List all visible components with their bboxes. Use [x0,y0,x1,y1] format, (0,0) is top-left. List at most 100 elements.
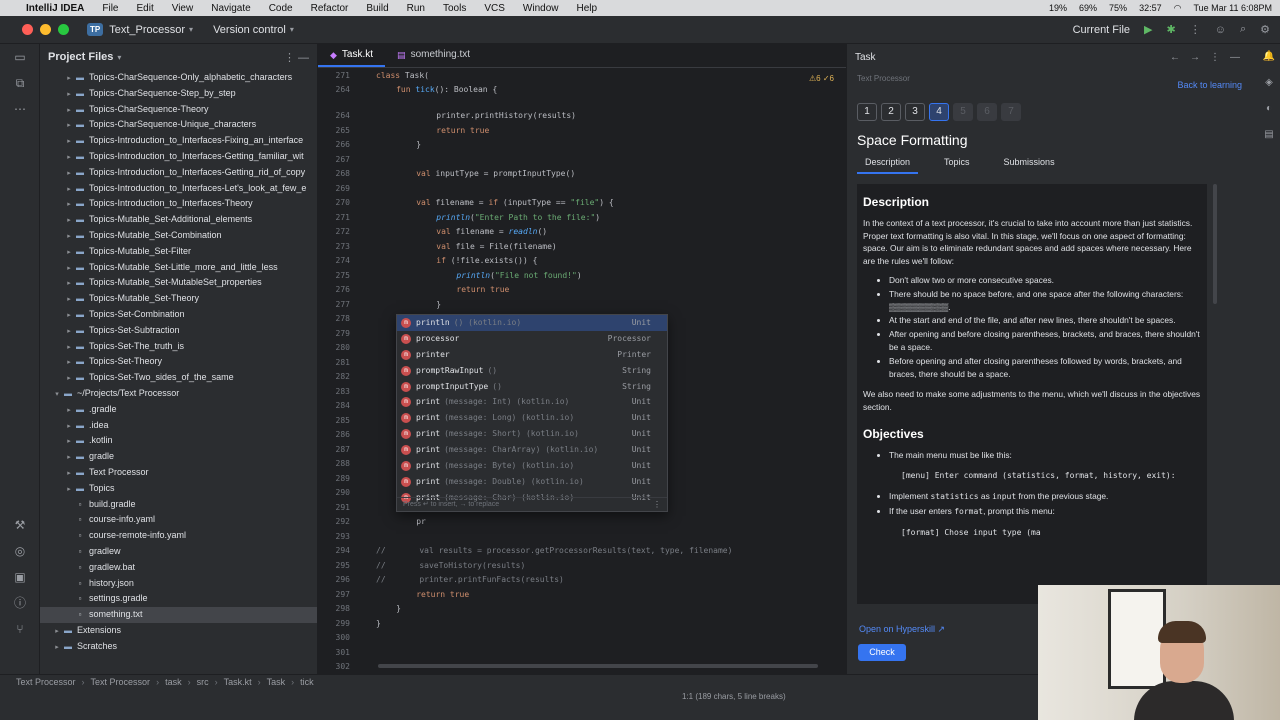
completion-item[interactable]: m print (message: Long) (kotlin.io) Unit [397,410,667,426]
code-line[interactable]: 264 printer.printHistory(results) [318,110,846,122]
more-tools-icon[interactable]: ⋯ [0,96,40,122]
folder-row[interactable]: ▸ ▬ .gradle [40,402,317,418]
editor-tab[interactable]: ◆ Task.kt [318,43,386,67]
code-line[interactable]: 273 val file = File(filename) [318,241,846,253]
code-line[interactable]: 298} [318,603,846,615]
completion-item[interactable]: m processor Processor [397,331,667,347]
folder-row[interactable]: ▸ ▬ Text Processor [40,465,317,481]
folder-row[interactable]: ▸ ▬ Topics-Introduction_to_Interfaces-Gett… [40,149,317,165]
step-3-button[interactable]: 3 [905,103,925,121]
code-line[interactable]: 266} [318,139,846,151]
folder-row[interactable]: ▸ ▬ Scratches [40,639,317,655]
folder-row[interactable]: ▸ ▬ Topics-Mutable_Set-MutableSet_properti… [40,275,317,291]
code-line[interactable]: 270 val filename = if (inputType == "file… [318,197,846,209]
minimize-window-button[interactable] [40,24,51,35]
code-line[interactable]: 271 println("Enter Path to the file:") [318,212,846,224]
file-row[interactable]: ▫ gradlew.bat [40,560,317,576]
folder-row[interactable]: ▸ ▬ .kotlin [40,433,317,449]
completion-item[interactable]: m print (message: Int) (kotlin.io) Unit [397,394,667,410]
panel-options-icon[interactable]: ⋮ — [284,51,309,64]
breadcrumb-item[interactable]: task [165,677,182,687]
search-icon[interactable]: ⌕ [1240,23,1246,36]
notifications-icon[interactable]: 🔔 [1258,44,1280,70]
caret-info[interactable]: 1:1 (189 chars, 5 line breaks) [682,692,786,701]
zoom-window-button[interactable] [58,24,69,35]
git-tool-icon[interactable]: ⑂ [0,616,40,642]
account-icon[interactable]: ☺ [1215,24,1226,36]
task-nav-icons[interactable]: ←→⋮— [1170,52,1250,63]
completion-item[interactable]: m println() (kotlin.io) Unit [397,315,667,331]
menu-tools[interactable]: Tools [443,3,466,14]
code-line[interactable]: 296 // printer.printFunFacts(results) [318,574,846,586]
menu-code[interactable]: Code [269,3,293,14]
completion-item[interactable]: m promptRawInput() String [397,363,667,379]
menu-file[interactable]: File [102,3,118,14]
expand-toggle-icon[interactable]: ▸ [64,371,74,386]
expand-toggle-icon[interactable]: ▸ [64,340,74,355]
project-switcher[interactable]: Text_Processor [109,24,185,36]
expand-toggle-icon[interactable]: ▸ [52,640,62,655]
completion-item[interactable]: m print (message: Short) (kotlin.io) Unit [397,426,667,442]
expand-toggle-icon[interactable]: ▸ [64,182,74,197]
tab-topics[interactable]: Topics [936,152,978,174]
completion-item[interactable]: m promptInputType() String [397,379,667,395]
code-line[interactable]: 277} [318,299,846,311]
expand-toggle-icon[interactable]: ▸ [64,150,74,165]
file-row[interactable]: ▫ course-remote-info.yaml [40,528,317,544]
menu-help[interactable]: Help [577,3,598,14]
menu-edit[interactable]: Edit [136,3,153,14]
code-line[interactable]: 293 [318,531,846,543]
expand-toggle-icon[interactable]: ▸ [64,434,74,449]
folder-row[interactable]: ▸ ▬ Topics-CharSequence-Theory [40,102,317,118]
vcs-menu[interactable]: Version control [213,24,286,36]
expand-toggle-icon[interactable]: ▸ [64,482,74,497]
folder-row[interactable]: ▸ ▬ Topics-Introduction_to_Interfaces-Gett… [40,165,317,181]
expand-toggle-icon[interactable]: ▸ [64,324,74,339]
folder-row[interactable]: ▸ ▬ Topics-Set-Combination [40,307,317,323]
step-2-button[interactable]: 2 [881,103,901,121]
folder-row[interactable]: ▸ ▬ Topics-Set-Theory [40,354,317,370]
folder-row[interactable]: ▸ ▬ Topics-CharSequence-Unique_characters [40,117,317,133]
debug-icon[interactable]: ✱ [1167,23,1176,36]
code-line[interactable]: 292 pr [318,516,846,528]
editor-tab[interactable]: ▤ something.txt [385,43,482,67]
file-row[interactable]: ▫ settings.gradle [40,591,317,607]
project-tool-icon[interactable]: ▭ [0,44,40,70]
completion-item[interactable]: m printer Printer [397,347,667,363]
folder-row[interactable]: ▸ ▬ Topics-Set-Subtraction [40,323,317,339]
more-icon[interactable]: ⋮ [653,500,661,509]
folder-row[interactable]: ▸ ▬ Topics-Introduction_to_Interfaces-Theo… [40,196,317,212]
file-row[interactable]: ▫ gradlew [40,544,317,560]
expand-toggle-icon[interactable]: ▸ [64,229,74,244]
code-line[interactable]: 272 val filename = readln() [318,226,846,238]
expand-toggle-icon[interactable]: ▸ [64,403,74,418]
folder-row[interactable]: ▸ ▬ Extensions [40,623,317,639]
folder-row[interactable]: ▸ ▬ Topics [40,481,317,497]
breadcrumb-item[interactable]: src [197,677,209,687]
back-to-learning-link[interactable]: Back to learning [1177,80,1242,90]
expand-toggle-icon[interactable]: ▸ [64,118,74,133]
breadcrumb-item[interactable]: Text Processor [16,677,76,687]
file-row[interactable]: ▫ history.json [40,576,317,592]
folder-row[interactable]: ▸ ▬ Topics-CharSequence-Step_by_step [40,86,317,102]
expand-toggle-icon[interactable]: ▸ [64,292,74,307]
horizontal-scrollbar[interactable] [318,662,846,670]
more-icon[interactable]: ⋮ [1190,23,1201,36]
file-row[interactable]: ▫ build.gradle [40,497,317,513]
folder-row[interactable]: ▸ ▬ Topics-Mutable_Set-Little_more_and_lit… [40,260,317,276]
folder-row[interactable]: ▸ ▬ Topics-CharSequence-Only_alphabetic_ch… [40,70,317,86]
breadcrumb-item[interactable]: Task.kt [224,677,252,687]
code-line[interactable]: 301 [318,647,846,659]
menu-run[interactable]: Run [407,3,425,14]
description-scrollbar[interactable] [1213,184,1217,304]
wifi-icon[interactable]: ◠ [1174,3,1182,14]
expand-toggle-icon[interactable]: ▸ [52,624,62,639]
breadcrumb-item[interactable]: tick [300,677,314,687]
run-icon[interactable]: ▶ [1144,23,1152,36]
code-line[interactable]: 271 class Task( [318,70,846,82]
run-config-selector[interactable]: Current File [1073,24,1130,36]
folder-row[interactable]: ▸ ▬ Topics-Mutable_Set-Additional_elements [40,212,317,228]
code-line[interactable]: 265 return true [318,125,846,137]
code-line[interactable]: 294 // val results = processor.getProcess… [318,545,846,557]
code-line[interactable]: 300 [318,632,846,644]
